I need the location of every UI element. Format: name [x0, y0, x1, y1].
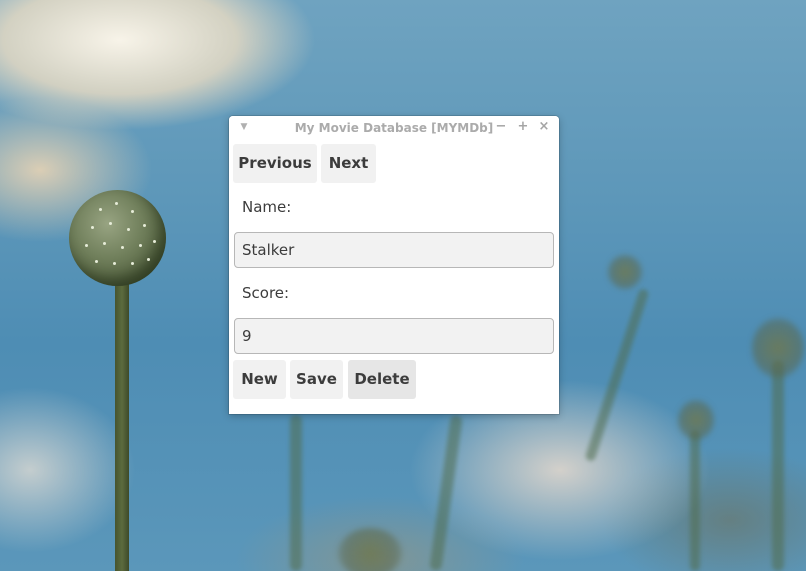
wallpaper-flower-stem	[115, 270, 129, 571]
maximize-icon[interactable]: +	[516, 120, 530, 134]
score-input[interactable]	[234, 318, 554, 354]
delete-button[interactable]: Delete	[348, 360, 416, 399]
previous-button[interactable]: Previous	[233, 144, 317, 183]
minimize-icon[interactable]: −	[494, 120, 508, 134]
wallpaper-bud	[752, 318, 804, 378]
app-window: ▼ My Movie Database [MYMDb] − + × Previo…	[229, 116, 559, 414]
wallpaper-bud	[338, 528, 402, 571]
window-title: My Movie Database [MYMDb]	[294, 121, 494, 135]
close-icon[interactable]: ×	[537, 120, 551, 134]
name-label: Name:	[242, 198, 292, 216]
wallpaper-stem	[690, 430, 700, 571]
wallpaper-flower-bud	[69, 190, 166, 286]
wallpaper-stem	[290, 415, 302, 571]
next-button[interactable]: Next	[321, 144, 376, 183]
window-titlebar[interactable]: ▼ My Movie Database [MYMDb] − + ×	[229, 116, 559, 140]
wallpaper-bud	[608, 255, 642, 289]
save-button[interactable]: Save	[290, 360, 343, 399]
new-button[interactable]: New	[233, 360, 286, 399]
wallpaper-bud	[678, 400, 714, 440]
wallpaper-stem	[584, 287, 650, 463]
name-input[interactable]	[234, 232, 554, 268]
score-label: Score:	[242, 284, 290, 302]
wallpaper-stem	[772, 360, 784, 571]
wallpaper-stem	[429, 414, 463, 571]
